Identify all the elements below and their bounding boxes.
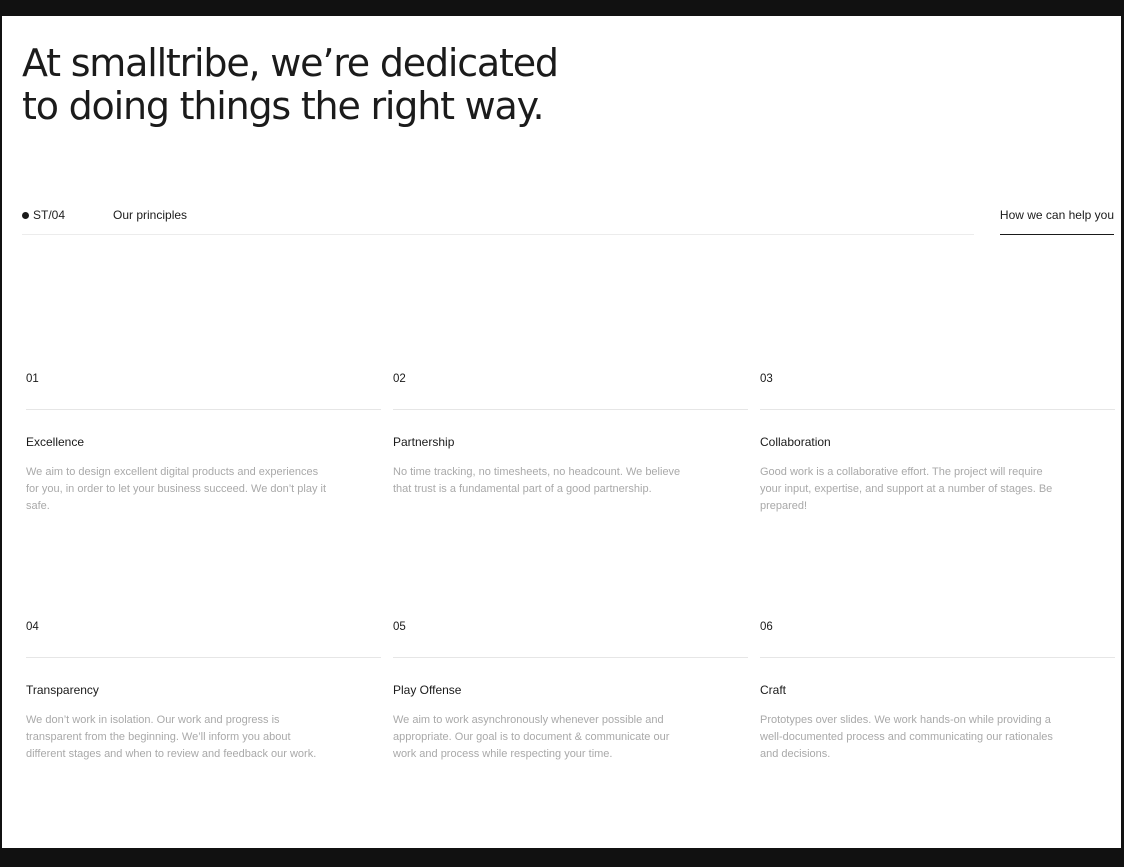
principle-card: 01 Excellence We aim to design excellent… <box>26 371 381 619</box>
how-we-can-help-link[interactable]: How we can help you <box>999 208 1114 235</box>
principle-description: Prototypes over slides. We work hands-on… <box>760 714 1053 760</box>
bullet-dot-icon <box>22 211 29 219</box>
screenshot-frame: At smalltribe, we’re dedicated to doing … <box>0 0 1124 854</box>
section-code: ST/04 <box>22 208 65 222</box>
principle-card: 02 Partnership No time tracking, no time… <box>393 371 748 619</box>
principle-number: 03 <box>760 373 773 385</box>
principle-title: Partnership <box>393 435 455 449</box>
page-headline: At smalltribe, we’re dedicated to doing … <box>22 42 722 128</box>
principle-title: Excellence <box>26 435 85 449</box>
principle-number: 02 <box>393 373 406 385</box>
principle-title: Transparency <box>26 683 99 697</box>
principles-page: At smalltribe, we’re dedicated to doing … <box>2 16 1121 848</box>
headline-line-2: to doing things the right way. <box>22 84 545 128</box>
principle-card: 04 Transparency We don’t work in isolati… <box>26 619 381 867</box>
headline-line-1: At smalltribe, we’re dedicated <box>22 41 559 85</box>
principle-description: Good work is a collaborative effort. The… <box>760 466 1053 512</box>
principle-number: 04 <box>26 621 39 633</box>
principle-card: 05 Play Offense We aim to work asynchron… <box>393 619 748 867</box>
principle-title: Craft <box>760 683 787 697</box>
principle-number: 01 <box>26 373 39 385</box>
principle-divider <box>393 409 748 410</box>
principle-divider <box>26 657 381 658</box>
principle-divider <box>26 409 381 410</box>
principle-card: 03 Collaboration Good work is a collabor… <box>760 371 1115 619</box>
principle-card: 06 Craft Prototypes over slides. We work… <box>760 619 1115 867</box>
principles-grid: 01 Excellence We aim to design excellent… <box>26 371 1116 867</box>
principle-number: 06 <box>760 621 773 633</box>
principle-divider <box>760 409 1115 410</box>
principle-divider <box>760 657 1115 658</box>
principle-description: We don’t work in isolation. Our work and… <box>26 714 317 760</box>
section-divider <box>22 234 974 235</box>
section-code-label: ST/04 <box>33 208 66 222</box>
section-title: Our principles <box>113 208 188 222</box>
section-header: ST/04 Our principles How we can help you <box>22 204 1114 236</box>
principle-title: Collaboration <box>760 435 831 449</box>
principle-description: No time tracking, no timesheets, no head… <box>393 466 681 495</box>
principle-description: We aim to work asynchronously whenever p… <box>393 714 670 760</box>
principle-divider <box>393 657 748 658</box>
principle-description: We aim to design excellent digital produ… <box>26 466 327 512</box>
principle-number: 05 <box>393 621 406 633</box>
principle-title: Play Offense <box>393 683 462 697</box>
